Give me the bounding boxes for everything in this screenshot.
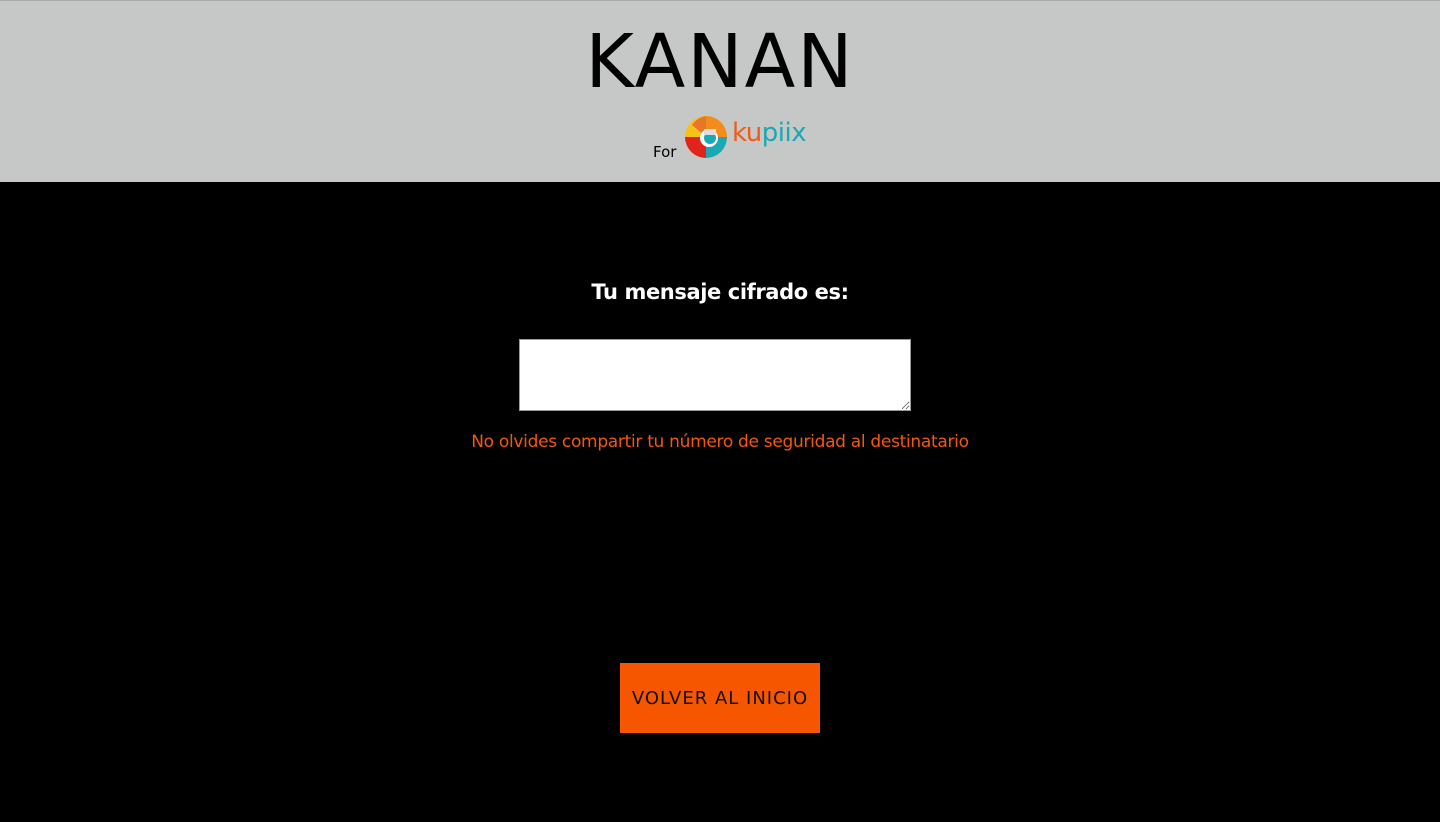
kupiix-wordmark-ku: ku xyxy=(732,118,762,148)
kupiix-wordmark: kupiix xyxy=(732,117,807,149)
main-content: Tu mensaje cifrado es: No olvides compar… xyxy=(0,182,1440,822)
brand-title: KANAN xyxy=(585,19,855,105)
back-to-home-button[interactable]: VOLVER AL INICIO xyxy=(620,663,820,733)
kupiix-logo-icon xyxy=(685,116,727,158)
site-header: KANAN For kupiix xyxy=(0,0,1440,182)
security-number-warning: No olvides compartir tu número de seguri… xyxy=(471,432,969,452)
encrypted-message-textarea[interactable] xyxy=(519,339,911,411)
for-label: For xyxy=(653,143,677,161)
kupiix-wordmark-piix: piix xyxy=(761,118,807,148)
encrypted-message-label: Tu mensaje cifrado es: xyxy=(591,280,849,304)
